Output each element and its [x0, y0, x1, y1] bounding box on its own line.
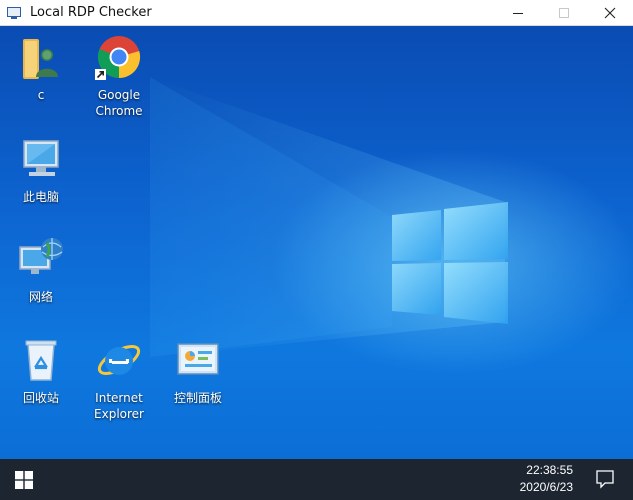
internet-explorer-icon [95, 336, 143, 384]
close-icon [604, 7, 616, 19]
icon-label: 此电脑 [22, 190, 59, 204]
taskbar-clock[interactable]: 22:38:55 2020/6/23 [520, 462, 573, 496]
maximize-icon [559, 8, 569, 18]
window-title: Local RDP Checker [30, 5, 152, 20]
chrome-icon [95, 33, 143, 81]
desktop-icon-user-folder[interactable]: c [3, 33, 79, 103]
icon-label: 网络 [28, 290, 53, 304]
minimize-button[interactable] [495, 0, 541, 26]
window-controls [495, 0, 633, 26]
start-button[interactable] [0, 459, 48, 500]
icon-label: 回收站 [22, 391, 59, 405]
desktop-icon-google-chrome[interactable]: Google Chrome [81, 33, 157, 119]
close-button[interactable] [587, 0, 633, 26]
desktop-icon-internet-explorer[interactable]: Internet Explorer [81, 336, 157, 422]
network-icon [17, 235, 65, 283]
icon-label: Google Chrome [95, 88, 143, 118]
recycle-bin-icon [17, 336, 65, 384]
clock-date: 2020/6/23 [519, 480, 573, 494]
desktop-icon-recycle-bin[interactable]: 回收站 [3, 336, 79, 406]
desktop[interactable]: c Google Chrome 此电脑 网络 回收站 Internet Expl… [0, 27, 633, 459]
rdp-app-icon [6, 5, 22, 21]
icon-label: Internet Explorer [94, 391, 144, 421]
taskbar: 22:38:55 2020/6/23 [0, 459, 633, 500]
clock-time: 22:38:55 [526, 463, 573, 477]
window-titlebar[interactable]: Local RDP Checker [0, 0, 633, 26]
control-panel-icon [174, 336, 222, 384]
icon-label: 控制面板 [173, 391, 222, 405]
action-center-icon [596, 470, 614, 489]
maximize-button [541, 0, 587, 26]
icon-label: c [37, 88, 45, 102]
desktop-icon-this-pc[interactable]: 此电脑 [3, 135, 79, 205]
minimize-icon [513, 12, 523, 14]
desktop-icon-control-panel[interactable]: 控制面板 [160, 336, 236, 406]
action-center-button[interactable] [595, 469, 615, 489]
desktop-icon-network[interactable]: 网络 [3, 235, 79, 305]
computer-icon [17, 135, 65, 183]
user-folder-icon [17, 33, 65, 81]
windows-logo-icon [15, 470, 33, 489]
